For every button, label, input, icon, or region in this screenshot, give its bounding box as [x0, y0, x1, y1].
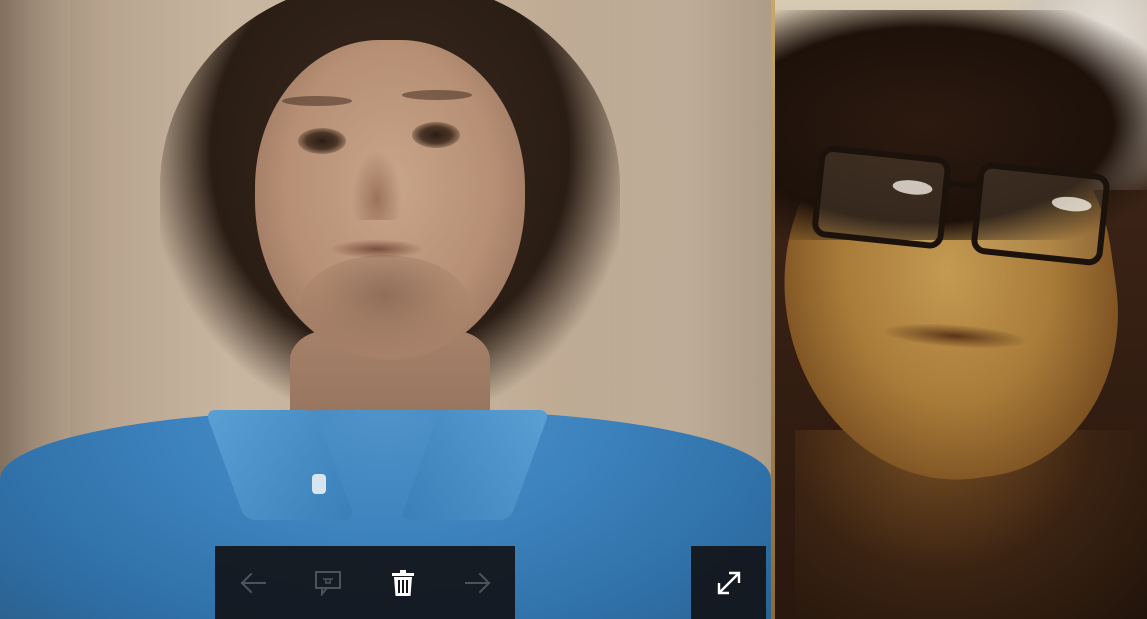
photo-subject-nose — [352, 150, 402, 220]
next-button[interactable] — [440, 546, 515, 619]
lens-glare — [1051, 195, 1093, 214]
photo-subject-brow-left — [282, 96, 352, 106]
photo-subject-brow-right — [402, 90, 472, 100]
photo-subject-eye-right — [412, 122, 460, 148]
arrow-left-icon — [240, 572, 266, 593]
photo-subject-mouth — [332, 240, 422, 258]
glasses-lens-right — [970, 161, 1111, 267]
side-photo[interactable] — [775, 0, 1147, 619]
lens-glare — [891, 178, 934, 197]
glasses-lens-left — [810, 144, 952, 250]
delete-button[interactable] — [365, 546, 440, 619]
photo-subject-shirt-button — [312, 474, 326, 494]
arrow-right-icon — [464, 572, 490, 593]
expand-icon — [717, 571, 740, 594]
comment-button[interactable] — [290, 546, 365, 619]
expand-button[interactable] — [691, 546, 766, 619]
trash-icon — [391, 569, 414, 596]
photo-toolbar — [215, 546, 515, 619]
photo-subject-eye-left — [298, 128, 346, 154]
photo-subject-beard — [300, 255, 470, 355]
previous-button[interactable] — [215, 546, 290, 619]
photo-viewer — [0, 0, 1147, 619]
main-photo[interactable] — [0, 0, 771, 619]
comment-icon — [314, 570, 341, 596]
